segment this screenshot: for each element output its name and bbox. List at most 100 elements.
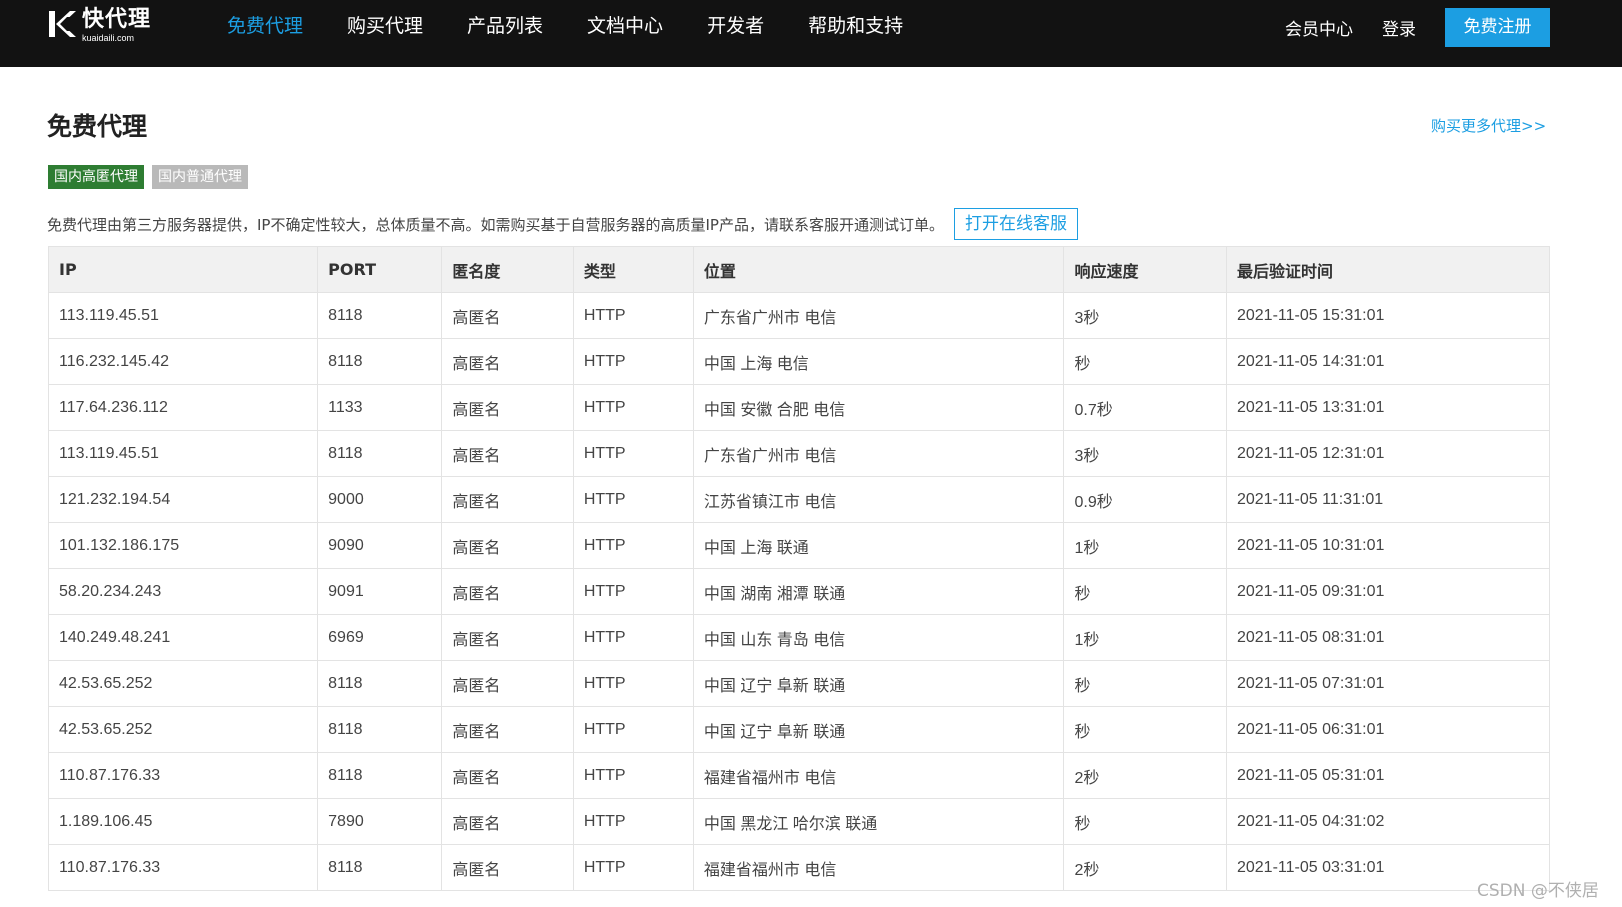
column-header: IP	[47, 246, 319, 293]
table-cell: 广东省广州市 电信	[692, 430, 1065, 477]
table-row: 42.53.65.252 8118 高匿名 HTTP 中国 辽宁 阜新 联通秒 2021-…	[47, 706, 1551, 753]
table-row: 140.249.48.241 6969 高匿名 HTTP 中国 山东 青岛 电信 1秒 20…	[47, 614, 1551, 661]
logo-name: 快代理	[82, 7, 152, 32]
table-cell: 2021-11-05 11:31:01	[1225, 476, 1551, 523]
table-cell: 8118	[317, 752, 443, 799]
member-center-link[interactable]: 会员中心	[1285, 15, 1353, 40]
tab-domestic-normal[interactable]: 国内普通代理	[152, 165, 248, 189]
table-cell: 9000	[317, 476, 443, 523]
table-row: 58.20.234.243 9091 高匿名 HTTP 中国 湖南 湘潭 联通秒 2021…	[47, 568, 1551, 615]
table-cell: 高匿名	[441, 476, 574, 523]
table-cell: 高匿名	[441, 568, 574, 615]
table-cell: 2021-11-05 06:31:01	[1225, 706, 1551, 753]
page-title: 免费代理	[47, 112, 148, 141]
table-row: 117.64.236.112 1133 高匿名 HTTP 中国 安徽 合肥 电信 0.7秒…	[47, 384, 1551, 431]
logo-domain: kuaidaili.com	[82, 33, 135, 43]
header-actions: 会员中心 登录 免费注册	[1285, 7, 1550, 47]
table-cell: 2021-11-05 12:31:01	[1225, 430, 1551, 477]
online-service-button[interactable]: 打开在线客服	[953, 208, 1078, 240]
table-cell: 高匿名	[441, 430, 574, 477]
table-cell: HTTP	[572, 476, 694, 523]
table-cell: 高匿名	[441, 706, 574, 753]
table-cell: 2021-11-05 09:31:01	[1225, 568, 1551, 615]
table-cell: 2021-11-05 07:31:01	[1225, 660, 1551, 707]
notice-text: 免费代理由第三方服务器提供，IP不确定性较大，总体质量不高。如需购买基于自营服务…	[47, 215, 944, 234]
tab-domestic-high-anon[interactable]: 国内高匿代理	[48, 165, 144, 189]
table-cell: 2021-11-05 10:31:01	[1225, 522, 1551, 569]
buy-more-link[interactable]: 购买更多代理>>	[1431, 115, 1546, 136]
table-cell: HTTP	[572, 844, 694, 891]
table-cell: 8118	[317, 706, 443, 753]
table-cell: 2021-11-05 15:31:01	[1225, 292, 1551, 339]
nav-free-proxy[interactable]: 免费代理	[205, 0, 325, 67]
table-cell: 8118	[317, 338, 443, 385]
table-cell: 2021-11-05 05:31:01	[1225, 752, 1551, 799]
table-cell: 7890	[317, 798, 443, 845]
table-cell: 1.189.106.45	[47, 798, 319, 845]
proxy-table: IP PORT 匿名度 类型 位置 响应速度 最后验证时间 113.119.45.51 811…	[47, 246, 1551, 891]
table-cell: 秒	[1063, 660, 1227, 707]
table-cell: 高匿名	[441, 798, 574, 845]
table-cell: 中国 黑龙江 哈尔滨 联通	[692, 798, 1065, 845]
table-cell: 高匿名	[441, 384, 574, 431]
table-cell: 高匿名	[441, 660, 574, 707]
table-row: 113.119.45.51 8118 高匿名 HTTP 广东省广州市 电信 3秒 2021-…	[47, 430, 1551, 477]
column-header: PORT	[317, 246, 443, 293]
nav-help-support[interactable]: 帮助和支持	[786, 0, 925, 67]
table-row: 42.53.65.252 8118 高匿名 HTTP 中国 辽宁 阜新 联通秒 2021-…	[47, 660, 1551, 707]
main-nav: 免费代理 购买代理 产品列表 文档中心 开发者 帮助和支持	[205, 0, 925, 67]
table-cell: 113.119.45.51	[47, 292, 319, 339]
table-cell: 高匿名	[441, 522, 574, 569]
column-header: 匿名度	[441, 246, 574, 293]
table-cell: 1秒	[1063, 614, 1227, 661]
table-cell: 8118	[317, 844, 443, 891]
table-cell: HTTP	[572, 568, 694, 615]
table-cell: HTTP	[572, 798, 694, 845]
table-cell: 福建省福州市 电信	[692, 752, 1065, 799]
table-cell: 2021-11-05 08:31:01	[1225, 614, 1551, 661]
table-cell: 2秒	[1063, 752, 1227, 799]
table-row: 121.232.194.54 9000 高匿名 HTTP 江苏省镇江市 电信 0.9秒 20…	[47, 476, 1551, 523]
table-row: 116.232.145.42 8118 高匿名 HTTP 中国 上海 电信秒 2021-1…	[47, 338, 1551, 385]
table-cell: 110.87.176.33	[47, 844, 319, 891]
login-link[interactable]: 登录	[1382, 15, 1416, 40]
table-cell: 0.7秒	[1063, 384, 1227, 431]
table-cell: 9091	[317, 568, 443, 615]
register-button[interactable]: 免费注册	[1445, 7, 1550, 47]
column-header: 类型	[572, 246, 694, 293]
table-cell: 6969	[317, 614, 443, 661]
table-body: 113.119.45.51 8118 高匿名 HTTP 广东省广州市 电信 3秒 2021-…	[47, 292, 1551, 891]
table-cell: 秒	[1063, 338, 1227, 385]
nav-developer[interactable]: 开发者	[685, 0, 786, 67]
notice-line: 免费代理由第三方服务器提供，IP不确定性较大，总体质量不高。如需购买基于自营服务…	[47, 208, 1078, 240]
site-logo[interactable]: 快代理 kuaidaili.com	[46, 9, 166, 49]
table-cell: 8118	[317, 430, 443, 477]
table-cell: 0.9秒	[1063, 476, 1227, 523]
table-cell: 101.132.186.175	[47, 522, 319, 569]
table-cell: 2021-11-05 13:31:01	[1225, 384, 1551, 431]
table-row: 110.87.176.33 8118 高匿名 HTTP 福建省福州市 电信 2秒 2021-…	[47, 752, 1551, 799]
column-header: 最后验证时间	[1225, 246, 1551, 293]
table-cell: HTTP	[572, 706, 694, 753]
nav-docs[interactable]: 文档中心	[565, 0, 685, 67]
table-cell: 高匿名	[441, 614, 574, 661]
table-cell: HTTP	[572, 338, 694, 385]
table-cell: 中国 湖南 湘潭 联通	[692, 568, 1065, 615]
table-cell: 广东省广州市 电信	[692, 292, 1065, 339]
nav-product-list[interactable]: 产品列表	[445, 0, 565, 67]
table-cell: 58.20.234.243	[47, 568, 319, 615]
table-cell: 福建省福州市 电信	[692, 844, 1065, 891]
table-cell: 秒	[1063, 568, 1227, 615]
proxy-table-container: IP PORT 匿名度 类型 位置 响应速度 最后验证时间 113.119.45.51 811…	[47, 246, 1551, 891]
table-cell: 116.232.145.42	[47, 338, 319, 385]
table-cell: HTTP	[572, 614, 694, 661]
table-cell: 江苏省镇江市 电信	[692, 476, 1065, 523]
table-cell: 110.87.176.33	[47, 752, 319, 799]
table-row: 113.119.45.51 8118 高匿名 HTTP 广东省广州市 电信 3秒 2021-…	[47, 292, 1551, 339]
table-row: 110.87.176.33 8118 高匿名 HTTP 福建省福州市 电信 2秒 2021-…	[47, 844, 1551, 891]
table-cell: 9090	[317, 522, 443, 569]
table-cell: 高匿名	[441, 292, 574, 339]
table-cell: 113.119.45.51	[47, 430, 319, 477]
nav-buy-proxy[interactable]: 购买代理	[325, 0, 445, 67]
table-cell: 中国 安徽 合肥 电信	[692, 384, 1065, 431]
